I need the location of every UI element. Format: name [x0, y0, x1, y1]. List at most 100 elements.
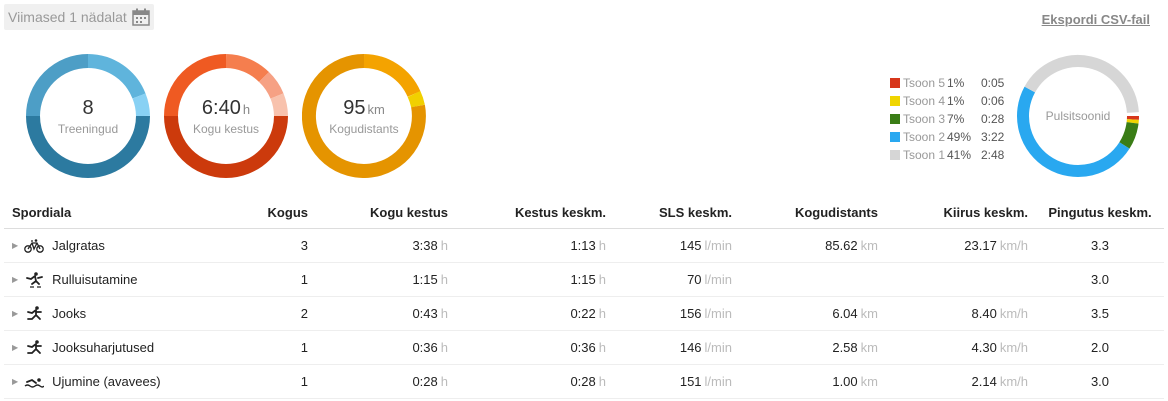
unit-label: km	[860, 374, 878, 389]
legend-zone-4: Tsoon 4 1% 0:06	[890, 92, 1004, 110]
skating-icon	[24, 271, 44, 288]
distance-value: 95	[343, 96, 366, 119]
count-cell: 2	[240, 296, 316, 331]
header-avg-effort[interactable]: Pingutus keskm.	[1036, 196, 1164, 229]
avg-speed-cell	[886, 262, 1036, 297]
avg-duration-cell: 0:22 h	[456, 296, 614, 331]
expand-triangle-icon[interactable]: ▶	[12, 275, 18, 284]
count-cell: 1	[240, 262, 316, 297]
avg-hr-cell: 70 l/min	[614, 262, 740, 297]
avg-hr-cell: 146 l/min	[614, 330, 740, 365]
duration-unit: h	[242, 101, 251, 117]
unit-label: l/min	[704, 238, 732, 253]
export-csv-link[interactable]: Ekspordi CSV-fail	[1042, 12, 1150, 27]
unit-label: km/h	[999, 306, 1028, 321]
unit-label: l/min	[704, 272, 732, 287]
avg-duration-cell: 1:15 h	[456, 262, 614, 297]
running-icon	[24, 305, 44, 322]
expand-triangle-icon[interactable]: ▶	[12, 241, 18, 250]
header-avg-speed[interactable]: Kiirus keskm.	[886, 196, 1036, 229]
legend-zone-3: Tsoon 3 7% 0:28	[890, 110, 1004, 128]
zone-swatch	[890, 132, 900, 142]
sport-cell: ▶ Ujumine (avavees)	[4, 364, 240, 399]
expand-triangle-icon[interactable]: ▶	[12, 377, 18, 386]
total-duration-cell: 0:43 h	[316, 296, 456, 331]
sport-cell: ▶ Rulluisutamine	[4, 262, 240, 297]
header-sport[interactable]: Spordiala	[4, 196, 240, 229]
sport-cell: ▶ Jooksuharjutused	[4, 330, 240, 365]
unit-label: km/h	[999, 374, 1028, 389]
period-selector[interactable]: Viimased 1 nädalat	[4, 4, 154, 30]
total-distance-cell: 6.04 km	[740, 296, 886, 331]
distance-ring: 95 km Kogudistants	[302, 54, 426, 178]
hr-zones-label: Pulsitsoonid	[1045, 109, 1111, 123]
avg-effort-cell: 3.3	[1036, 228, 1164, 263]
sport-cell: ▶ Jalgratas	[4, 228, 240, 263]
table-row[interactable]: ▶ Jooks 2 0:43 h 0:22 h 156 l/min 6.04 km 8.40 km/h 3…	[4, 296, 1164, 331]
avg-duration-cell: 0:28 h	[456, 364, 614, 399]
unit-label: h	[598, 374, 606, 389]
unit-label: h	[440, 306, 448, 321]
avg-duration-cell: 1:13 h	[456, 228, 614, 263]
avg-speed-cell: 4.30 km/h	[886, 330, 1036, 365]
expand-triangle-icon[interactable]: ▶	[12, 343, 18, 352]
unit-label: l/min	[704, 374, 732, 389]
header-total-duration[interactable]: Kogu kestus	[316, 196, 456, 229]
unit-label: h	[598, 306, 606, 321]
header-count[interactable]: Kogus	[240, 196, 316, 229]
unit-label: h	[598, 238, 606, 253]
running-icon	[24, 339, 44, 356]
total-duration-cell: 3:38 h	[316, 228, 456, 263]
avg-hr-cell: 151 l/min	[614, 364, 740, 399]
avg-hr-cell: 145 l/min	[614, 228, 740, 263]
avg-effort-cell: 3.0	[1036, 262, 1164, 297]
unit-label: h	[440, 238, 448, 253]
sport-name: Jalgratas	[52, 238, 105, 253]
table-row[interactable]: ▶ Jooksuharjutused 1 0:36 h 0:36 h 146 l/min 2.58…	[4, 330, 1164, 365]
table-header-row: Spordiala Kogus Kogu kestus Kestus keskm…	[4, 196, 1164, 229]
total-duration-cell: 0:28 h	[316, 364, 456, 399]
avg-speed-cell: 23.17 km/h	[886, 228, 1036, 263]
zone-swatch	[890, 96, 900, 106]
duration-ring: 6:40 h Kogu kestus	[164, 54, 288, 178]
swimming-icon	[24, 376, 45, 388]
bicycle-icon	[24, 238, 45, 253]
workouts-value: 8	[82, 96, 94, 119]
zone-swatch	[890, 114, 900, 124]
table-row[interactable]: ▶ Ujumine (avavees) 1 0:28 h 0:28 h 151 l/min 1.0…	[4, 364, 1164, 399]
period-label: Viimased 1 nädalat	[8, 9, 127, 25]
avg-hr-cell: 156 l/min	[614, 296, 740, 331]
duration-value: 6:40	[201, 96, 241, 119]
total-duration-cell: 0:36 h	[316, 330, 456, 365]
total-duration-cell: 1:15 h	[316, 262, 456, 297]
table-row[interactable]: ▶ Rulluisutamine 1 1:15 h 1:15 h 70 l/min 3.0	[4, 262, 1164, 297]
unit-label: l/min	[704, 306, 732, 321]
unit-label: km	[860, 306, 878, 321]
legend-zone-1: Tsoon 1 41% 2:48	[890, 146, 1004, 164]
header-avg-hr[interactable]: SLS keskm.	[614, 196, 740, 229]
workouts-label: Treeningud	[57, 121, 119, 136]
zone-swatch	[890, 150, 900, 160]
avg-effort-cell: 3.0	[1036, 364, 1164, 399]
legend-zone-5: Tsoon 5 1% 0:05	[890, 74, 1004, 92]
total-distance-cell	[740, 262, 886, 297]
sport-name: Ujumine (avavees)	[52, 374, 161, 389]
expand-triangle-icon[interactable]: ▶	[12, 309, 18, 318]
distance-label: Kogudistants	[329, 121, 399, 136]
sport-name: Jooks	[52, 306, 87, 321]
avg-effort-cell: 3.5	[1036, 296, 1164, 331]
legend-zone-2: Tsoon 2 49% 3:22	[890, 128, 1004, 146]
avg-effort-cell: 2.0	[1036, 330, 1164, 365]
sport-cell: ▶ Jooks	[4, 296, 240, 331]
avg-speed-cell: 2.14 km/h	[886, 364, 1036, 399]
table-row[interactable]: ▶ Jalgratas 3 3:38 h 1:13 h 145 l/min 85.62 km 23.1…	[4, 228, 1164, 263]
hr-zones-ring: Pulsitsoonid	[1016, 54, 1140, 178]
duration-label: Kogu kestus	[192, 121, 260, 136]
header-avg-duration[interactable]: Kestus keskm.	[456, 196, 614, 229]
total-distance-cell: 2.58 km	[740, 330, 886, 365]
total-distance-cell: 1.00 km	[740, 364, 886, 399]
sport-name: Rulluisutamine	[52, 272, 138, 287]
header-total-distance[interactable]: Kogudistants	[740, 196, 886, 229]
calendar-icon[interactable]	[132, 8, 150, 34]
count-cell: 1	[240, 364, 316, 399]
